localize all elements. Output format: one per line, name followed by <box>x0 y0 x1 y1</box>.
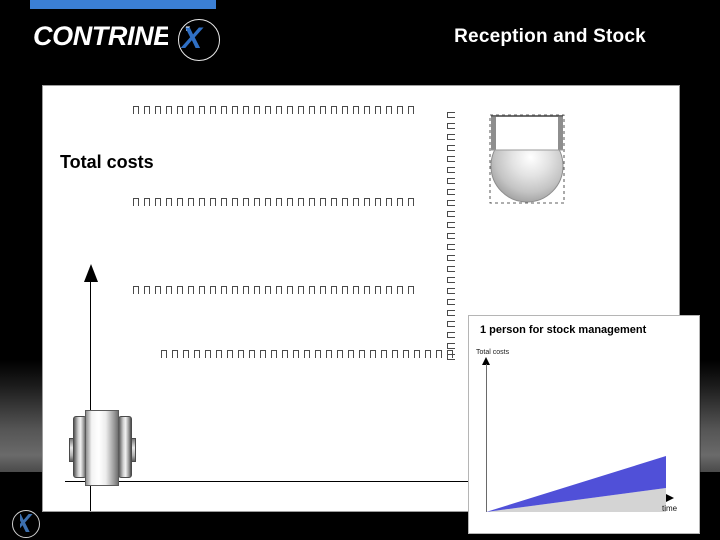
inset-horizontal-arrowhead-icon <box>666 494 674 502</box>
dashed-marquee-row <box>133 106 417 114</box>
contrinex-logo: CONTRINEX X <box>30 16 230 64</box>
inset-chart-title: 1 person for stock management <box>480 324 647 336</box>
watermark-logo: X <box>8 508 60 540</box>
dashed-marquee-row <box>133 198 417 206</box>
sensor-illustration <box>67 408 139 488</box>
inset-chart-ylabel: Total costs <box>476 349 510 356</box>
logo-wordmark: CONTRINEX <box>33 21 189 51</box>
accent-bar <box>30 0 216 9</box>
dashed-marquee-row <box>161 350 453 358</box>
logo-x-icon: X <box>182 22 203 55</box>
sphere-illustration <box>489 114 565 204</box>
inset-chart-xlabel: time <box>662 504 678 513</box>
inset-chart-plot <box>486 456 666 512</box>
watermark-ring-icon <box>12 510 40 538</box>
axis-caption: Total costs <box>60 152 154 172</box>
page-title: Reception and Stock <box>454 26 646 47</box>
sensor-ring-right <box>118 416 132 478</box>
left-gradient-band <box>0 360 42 472</box>
dashed-marquee-column <box>447 112 455 364</box>
inset-chart-panel: 1 person for stock management Total cost… <box>468 315 700 534</box>
slide-canvas: CONTRINEX X Reception and Stock Total co… <box>0 0 720 540</box>
dashed-marquee-row <box>133 286 417 294</box>
sensor-body <box>85 410 119 486</box>
